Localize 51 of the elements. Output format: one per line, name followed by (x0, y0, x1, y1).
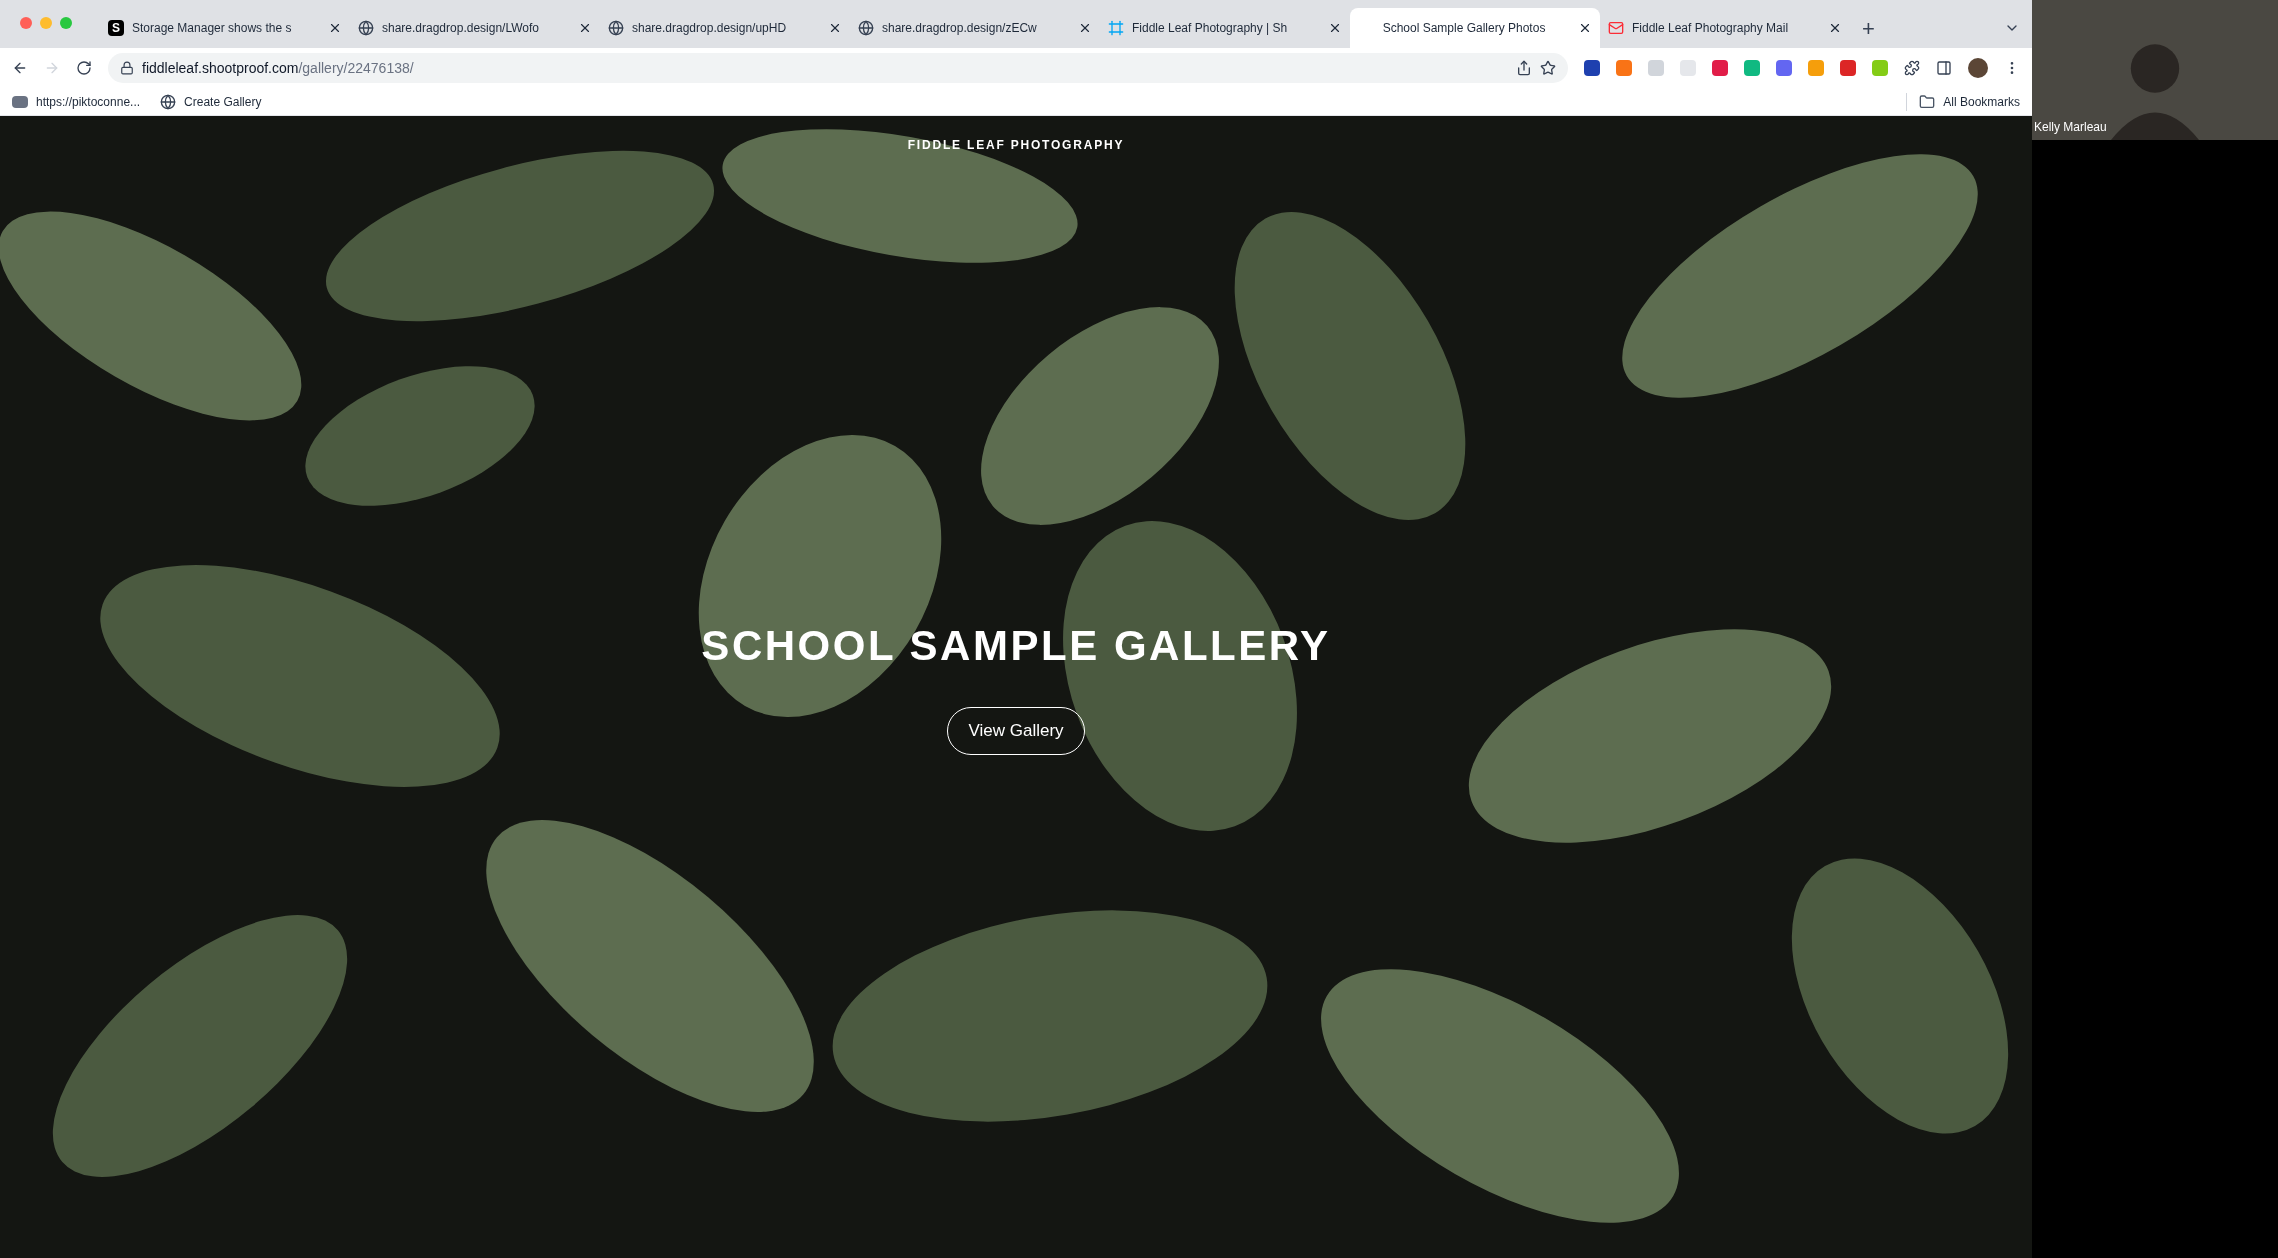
extension-icon[interactable] (1584, 60, 1600, 76)
close-tab-icon[interactable] (1578, 21, 1592, 35)
tab-title: share.dragdrop.design/LWofo (382, 20, 540, 37)
browser-tab[interactable]: School Sample Gallery Photos (1350, 8, 1600, 48)
address-bar[interactable]: fiddleleaf.shootproof.com/gallery/22476138/ (108, 53, 1568, 83)
tab-title: Storage Manager shows the s (132, 20, 293, 37)
tab-title: School Sample Gallery Photos (1381, 20, 1547, 37)
url-text: fiddleleaf.shootproof.com/gallery/22476138/ (142, 58, 414, 78)
mail-icon (1608, 20, 1624, 36)
globe-icon (608, 20, 624, 36)
browser-tab[interactable]: S Storage Manager shows the s (100, 8, 350, 48)
tab-title: Fiddle Leaf Photography | Sh (1132, 20, 1289, 37)
globe-icon (160, 93, 177, 110)
extensions-icon[interactable] (1904, 60, 1920, 76)
all-bookmarks-button[interactable]: All Bookmarks (1906, 92, 2020, 111)
extension-icon[interactable] (1840, 60, 1856, 76)
folder-icon (1919, 93, 1936, 110)
profile-avatar-icon[interactable] (1968, 58, 1988, 78)
extension-icon[interactable] (1712, 60, 1728, 76)
frame-icon (1108, 20, 1124, 36)
browser-tab[interactable]: share.dragdrop.design/upHD (600, 8, 850, 48)
extension-icon[interactable] (1776, 60, 1792, 76)
back-icon[interactable] (12, 60, 28, 76)
app-icon (12, 95, 28, 108)
tab-title: share.dragdrop.design/zECw (882, 20, 1038, 37)
bookmark-item[interactable]: Create Gallery (160, 92, 262, 111)
tab-title: share.dragdrop.design/upHD (632, 20, 788, 37)
browser-tab[interactable]: Fiddle Leaf Photography | Sh (1100, 8, 1350, 48)
close-tab-icon[interactable] (328, 21, 342, 35)
brand-name: FIDDLE LEAF PHOTOGRAPHY (907, 137, 1125, 154)
close-tab-icon[interactable] (828, 21, 842, 35)
reload-icon[interactable] (76, 60, 92, 76)
tab-favicon-icon: S (108, 20, 124, 36)
browser-tab[interactable]: share.dragdrop.design/LWofo (350, 8, 600, 48)
share-icon[interactable] (1516, 60, 1532, 76)
new-tab-button[interactable]: + (1850, 8, 1887, 48)
bookmark-item[interactable]: https://piktoconne... (12, 92, 141, 111)
tab-title: Fiddle Leaf Photography Mail (1632, 20, 1790, 37)
globe-icon (358, 20, 374, 36)
close-tab-icon[interactable] (1078, 21, 1092, 35)
globe-icon (858, 20, 874, 36)
gallery-title: SCHOOL SAMPLE GALLERY (701, 621, 1331, 671)
browser-tab[interactable]: share.dragdrop.design/zECw (850, 8, 1100, 48)
browser-tab[interactable]: Fiddle Leaf Photography Mail (1600, 8, 1850, 48)
lock-icon (120, 61, 134, 75)
side-panel-icon[interactable] (1936, 60, 1952, 76)
bookmark-star-icon[interactable] (1540, 60, 1556, 76)
close-tab-icon[interactable] (578, 21, 592, 35)
participant-name: Kelly Marleau (2034, 119, 2107, 136)
close-tab-icon[interactable] (1828, 21, 1842, 35)
close-tab-icon[interactable] (1328, 21, 1342, 35)
